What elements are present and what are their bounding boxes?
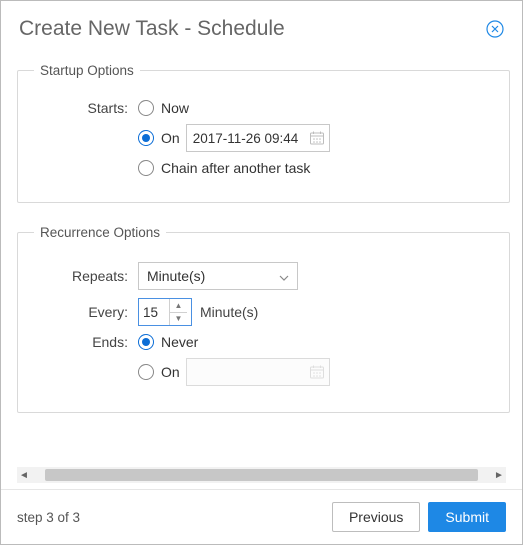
starts-label: Starts: [34,100,138,116]
dialog-header: Create New Task - Schedule [1,1,522,55]
ends-label: Ends: [34,334,138,350]
radio-icon [138,100,154,116]
create-task-schedule-dialog: Create New Task - Schedule Startup Optio… [0,0,523,545]
ends-row-never: Ends: Never [34,334,493,350]
end-on-date-input[interactable] [187,359,305,385]
spinner-up[interactable]: ▲ [170,299,187,313]
startup-options-legend: Startup Options [34,63,140,78]
chevron-down-icon [279,268,289,284]
every-spinner[interactable]: ▲ ▼ [138,298,192,326]
radio-label-never: Never [161,334,198,350]
recurrence-options-legend: Recurrence Options [34,225,166,240]
ends-radio-never[interactable]: Never [138,334,198,350]
starts-row-chain: Chain after another task [34,160,493,176]
scroll-area[interactable]: Startup Options Starts: Now On [17,55,516,465]
ends-row-on: On [34,358,493,386]
end-on-date-field[interactable] [186,358,330,386]
every-input[interactable] [139,299,169,325]
start-on-date-input[interactable] [187,125,305,151]
repeats-row: Repeats: Minute(s) [34,262,493,290]
radio-icon [138,160,154,176]
repeats-label: Repeats: [34,268,138,284]
dialog-title: Create New Task - Schedule [19,17,285,41]
every-label: Every: [34,304,138,320]
radio-icon [138,130,154,146]
spinner-down[interactable]: ▼ [170,313,187,326]
every-row: Every: ▲ ▼ Minute(s) [34,298,493,326]
footer-buttons: Previous Submit [332,502,506,532]
starts-row-now: Starts: Now [34,100,493,116]
spinner-controls: ▲ ▼ [169,299,187,325]
repeats-select[interactable]: Minute(s) [138,262,298,290]
radio-label-ends-on: On [161,364,180,380]
radio-icon [138,334,154,350]
calendar-icon [309,130,325,146]
dialog-footer: step 3 of 3 Previous Submit [1,489,522,544]
calendar-icon [309,364,325,380]
horizontal-scrollbar[interactable]: ◄ ► [17,467,506,483]
close-icon [486,20,504,38]
recurrence-options-group: Recurrence Options Repeats: Minute(s) Ev… [17,225,510,413]
dialog-body: Startup Options Starts: Now On [1,55,522,465]
every-unit: Minute(s) [200,304,258,320]
radio-label-now: Now [161,100,189,116]
close-button[interactable] [486,20,504,38]
previous-button[interactable]: Previous [332,502,420,532]
radio-icon [138,364,154,380]
radio-label-chain: Chain after another task [161,160,310,176]
starts-row-on: On [34,124,493,152]
starts-radio-on[interactable]: On [138,130,180,146]
ends-radio-on[interactable]: On [138,364,180,380]
scroll-right-arrow-icon[interactable]: ► [492,470,506,481]
radio-label-on: On [161,130,180,146]
calendar-trigger[interactable] [305,125,329,151]
calendar-trigger[interactable] [305,359,329,385]
submit-button[interactable]: Submit [428,502,506,532]
repeats-value: Minute(s) [147,268,205,284]
startup-options-group: Startup Options Starts: Now On [17,63,510,203]
starts-radio-now[interactable]: Now [138,100,189,116]
scroll-left-arrow-icon[interactable]: ◄ [17,470,31,481]
starts-radio-chain[interactable]: Chain after another task [138,160,310,176]
step-indicator: step 3 of 3 [17,510,80,525]
start-on-date-field[interactable] [186,124,330,152]
